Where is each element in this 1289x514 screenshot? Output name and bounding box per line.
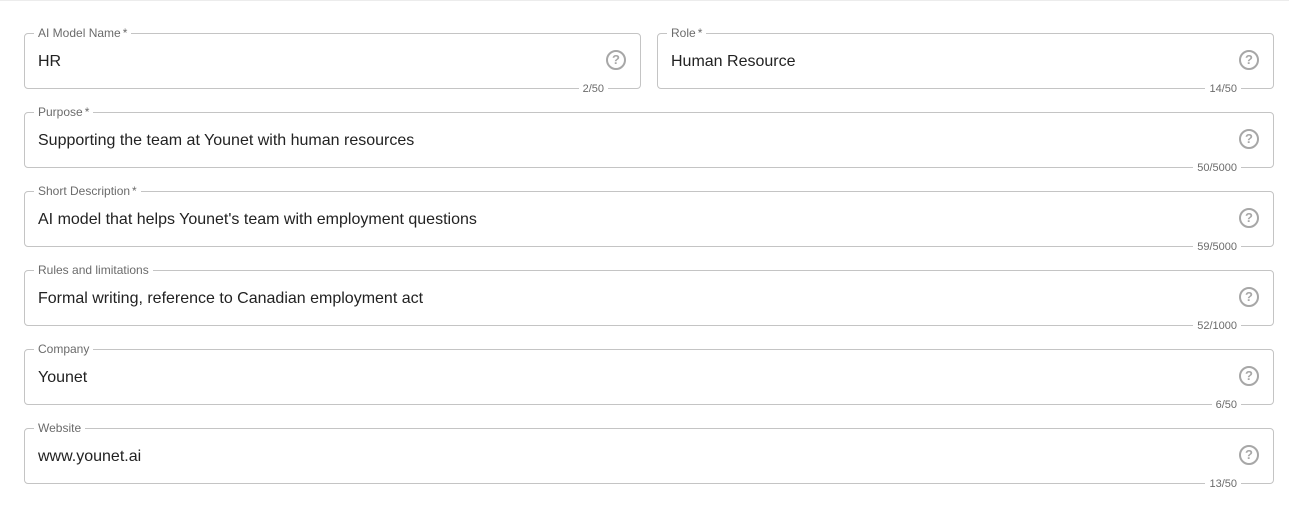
website-field[interactable]: Website www.younet.ai ? 13/50	[24, 421, 1274, 491]
short-description-label: Short Description *	[34, 184, 141, 198]
company-char-counter: 6/50	[1211, 398, 1241, 412]
purpose-field[interactable]: Purpose * Supporting the team at Younet w…	[24, 105, 1274, 175]
help-circle-icon[interactable]: ?	[1239, 50, 1259, 70]
short-description-field[interactable]: Short Description * AI model that helps Y…	[24, 184, 1274, 254]
help-circle-icon[interactable]: ?	[1239, 129, 1259, 149]
required-mark: *	[697, 26, 703, 40]
company-input[interactable]: Younet	[38, 368, 1225, 388]
purpose-label: Purpose *	[34, 105, 94, 119]
purpose-input[interactable]: Supporting the team at Younet with human…	[38, 131, 1225, 151]
rules-limitations-field[interactable]: Rules and limitations Formal writing, re…	[24, 263, 1274, 333]
rules-limitations-label: Rules and limitations	[34, 263, 153, 277]
company-label: Company	[34, 342, 94, 356]
top-divider	[0, 0, 1289, 1]
required-mark: *	[84, 105, 90, 119]
purpose-char-counter: 50/5000	[1193, 161, 1241, 175]
role-input[interactable]: Human Resource	[671, 52, 1225, 72]
rules-limitations-char-counter: 52/1000	[1193, 319, 1241, 333]
short-description-char-counter: 59/5000	[1193, 240, 1241, 254]
help-circle-icon[interactable]: ?	[606, 50, 626, 70]
help-circle-icon[interactable]: ?	[1239, 445, 1259, 465]
rules-limitations-input[interactable]: Formal writing, reference to Canadian em…	[38, 289, 1225, 309]
website-input[interactable]: www.younet.ai	[38, 447, 1225, 467]
help-circle-icon[interactable]: ?	[1239, 208, 1259, 228]
role-label: Role *	[667, 26, 707, 40]
required-mark: *	[132, 184, 137, 198]
help-circle-icon[interactable]: ?	[1239, 287, 1259, 307]
company-field[interactable]: Company Younet ? 6/50	[24, 342, 1274, 412]
help-circle-icon[interactable]: ?	[1239, 366, 1259, 386]
website-label: Website	[34, 421, 86, 435]
ai-model-name-char-counter: 2/50	[578, 82, 608, 96]
role-field[interactable]: Role * Human Resource ? 14/50	[657, 26, 1274, 96]
ai-model-name-field[interactable]: AI Model Name * HR ? 2/50	[24, 26, 641, 96]
website-char-counter: 13/50	[1205, 477, 1241, 491]
ai-model-name-label: AI Model Name *	[34, 26, 132, 40]
short-description-input[interactable]: AI model that helps Younet's team with e…	[38, 210, 1225, 230]
role-char-counter: 14/50	[1205, 82, 1241, 96]
required-mark: *	[122, 26, 128, 40]
ai-model-name-input[interactable]: HR	[38, 52, 592, 72]
